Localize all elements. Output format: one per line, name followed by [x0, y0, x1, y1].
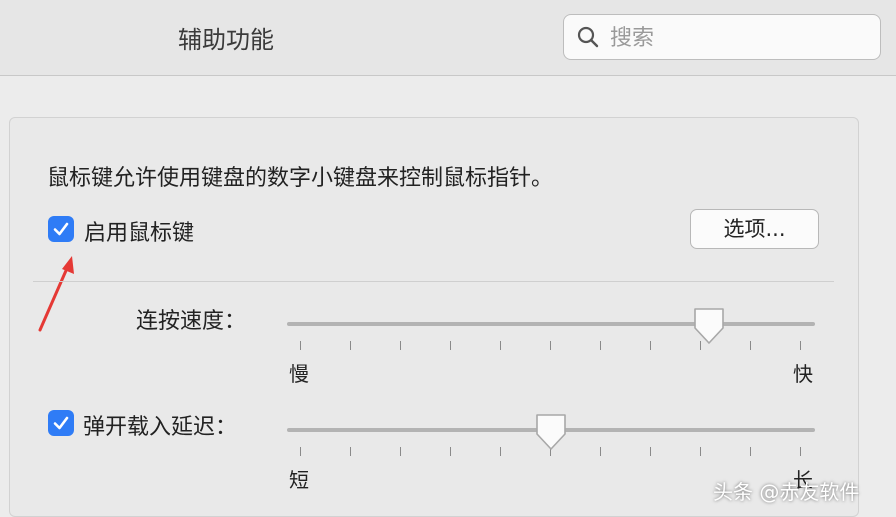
- enable-mouse-keys-checkbox[interactable]: [48, 216, 74, 242]
- watermark: 头条 @赤友软件: [713, 480, 860, 504]
- slider-tick: [550, 341, 551, 350]
- spring-delay-slider-thumb[interactable]: [534, 412, 568, 452]
- checkmark-icon: [53, 416, 69, 430]
- slider-tick: [800, 341, 801, 350]
- slider-tick: [350, 341, 351, 350]
- slider-tick: [750, 447, 751, 456]
- click-speed-label: 连按速度：: [136, 309, 247, 334]
- slider-tick: [650, 447, 651, 456]
- spring-delay-checkbox[interactable]: [48, 410, 74, 436]
- titlebar: 辅助功能: [0, 0, 896, 76]
- slider-tick: [500, 341, 501, 350]
- slider-tick: [400, 341, 401, 350]
- click-speed-max-label: 快: [793, 362, 813, 386]
- window-title: 辅助功能: [178, 26, 274, 54]
- slider-tick: [750, 341, 751, 350]
- click-speed-min-label: 慢: [289, 362, 309, 386]
- slider-tick: [500, 447, 501, 456]
- search-input[interactable]: [608, 21, 872, 55]
- slider-tick: [450, 447, 451, 456]
- slider-tick: [450, 341, 451, 350]
- enable-mouse-keys-label: 启用鼠标键: [84, 221, 195, 246]
- click-speed-slider-thumb[interactable]: [692, 306, 726, 346]
- options-button[interactable]: 选项...: [690, 209, 819, 249]
- slider-tick: [350, 447, 351, 456]
- divider: [33, 281, 834, 282]
- click-speed-slider-track[interactable]: [287, 322, 815, 326]
- slider-tick: [600, 341, 601, 350]
- slider-tick: [300, 341, 301, 350]
- slider-tick: [650, 341, 651, 350]
- spring-delay-label: 弹开载入延迟：: [83, 415, 238, 440]
- mouse-keys-description: 鼠标键允许使用键盘的数字小键盘来控制鼠标指针。: [47, 166, 554, 191]
- spring-delay-min-label: 短: [289, 468, 309, 492]
- slider-tick: [400, 447, 401, 456]
- search-icon: [577, 26, 599, 48]
- red-arrow: [38, 256, 74, 332]
- checkmark-icon: [53, 222, 69, 236]
- slider-tick: [700, 447, 701, 456]
- slider-tick: [300, 447, 301, 456]
- slider-tick: [600, 447, 601, 456]
- search-box[interactable]: [563, 14, 881, 60]
- slider-tick: [800, 447, 801, 456]
